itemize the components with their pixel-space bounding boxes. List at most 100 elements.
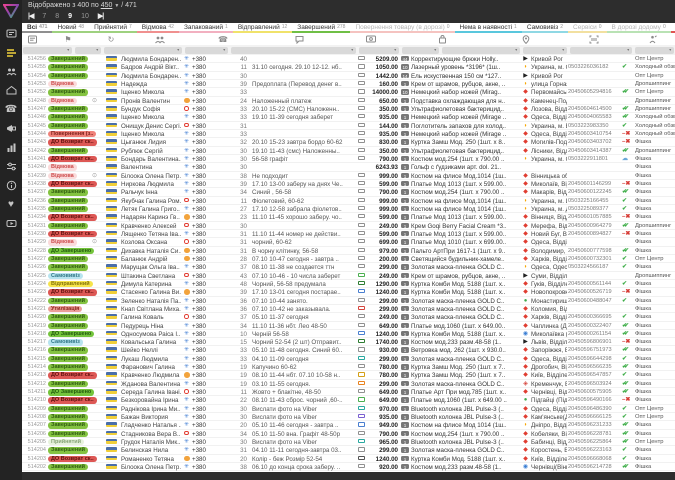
client-phone[interactable]: +380 (192, 98, 226, 105)
table-row[interactable]: 514239Відмова⊙Білоока Олена Петр..✳+3803… (22, 172, 675, 180)
table-row[interactable]: 514241ДО Возврат ск..Бондарь Валентина..… (22, 155, 675, 163)
marketing-icon[interactable] (0, 119, 22, 138)
city-filter[interactable] (523, 47, 567, 54)
client-phone[interactable]: +380 (192, 73, 226, 80)
table-row[interactable]: 514253ВідмоваНадежда✳+38039Предоплата (П… (22, 80, 675, 88)
client-phone[interactable]: +380 (192, 464, 226, 471)
info-icon[interactable] (0, 176, 22, 195)
table-row[interactable]: 514207ЗавершенийГладченко Наталья ..✳+38… (22, 421, 675, 429)
tab-5[interactable]: Відправлений12 (233, 23, 292, 33)
client-phone[interactable]: +380 (192, 131, 226, 138)
table-row[interactable]: 514228ДО ЗавершеноДихавка Наталія Си..+3… (22, 247, 675, 255)
page-button[interactable]: 8 (55, 13, 59, 20)
table-row[interactable]: 514208ЗавершенийБажан Виктория✳+38030Вис… (22, 413, 675, 421)
tab-10[interactable]: Сервіси0 (568, 23, 606, 33)
flag-column-icon[interactable]: ⚑ (63, 34, 73, 44)
tab-2[interactable]: Прийнятий7 (89, 23, 137, 33)
table-row[interactable]: 514215ЗавершенийЛукаш Людмила✳+3803304.1… (22, 355, 675, 363)
phone-filter[interactable] (185, 47, 228, 54)
client-phone[interactable]: +380 (192, 397, 226, 404)
client-phone[interactable]: +380 (192, 431, 226, 438)
statistics-icon[interactable] (0, 138, 22, 157)
client-phone[interactable]: +380 (192, 148, 226, 155)
table-row[interactable]: 514205ПрийнятийГрудок Наталія Мик..✳+380… (22, 438, 675, 446)
table-row[interactable]: 514256ЗавершенийЛюдмила Бондарен..✳+3804… (22, 55, 675, 63)
comment-filter[interactable] (231, 47, 356, 54)
client-phone[interactable]: +380 (192, 456, 226, 463)
table-row[interactable]: 514214ЗавершенийФаранович Галина✳+38019К… (22, 363, 675, 371)
tab-4[interactable]: Запакований1 (179, 23, 233, 33)
table-row[interactable]: 514246ЗавершенийІщенко Микола✳+3803319.1… (22, 113, 675, 121)
table-row[interactable]: 514209ЗавершенийРаднікова Ірина Ми..✳+38… (22, 405, 675, 413)
chevron-down-icon[interactable]: ▼ (114, 3, 119, 9)
client-phone[interactable]: +380 (192, 223, 226, 230)
client-phone[interactable]: +380 (192, 206, 226, 213)
client-phone[interactable]: +380 (192, 439, 226, 446)
client-phone[interactable]: +380 (192, 89, 226, 96)
client-phone[interactable]: +380 (192, 56, 226, 63)
table-row[interactable]: 514235ЗавершенийЛетяк Галина Григо..✳+38… (22, 205, 675, 213)
client-phone[interactable]: +380 (192, 447, 226, 454)
client-phone[interactable]: +380 (192, 81, 226, 88)
table-row[interactable]: 514218ДО ЗавершеноОдносумова Раіса І..✳+… (22, 330, 675, 338)
table-row[interactable]: 514247ЗавершенийБундук Софія+3803320.10 … (22, 105, 675, 113)
first-page-button[interactable]: |◀ (28, 12, 33, 20)
settings-icon[interactable] (0, 157, 22, 176)
client-phone[interactable]: +380 (192, 114, 226, 121)
table-row[interactable]: 514237ЗавершенийРальчук Інна✳+38034Синий… (22, 188, 675, 196)
table-row[interactable]: 514244Повернення (з..Іщенко Микола✳+3803… (22, 130, 675, 138)
tab-3[interactable]: Відмова42 (137, 23, 179, 33)
table-row[interactable]: 514219ЗавершенийПедурець Ніна✳+3803411.1… (22, 322, 675, 330)
table-row[interactable]: 514242ЗавершенийРублюк Сергій✳+3803019.1… (22, 147, 675, 155)
table-row[interactable]: 514226ЗавершенийМарущак Ольга Іва..✳+380… (22, 263, 675, 271)
table-row[interactable]: 514229Відмова⊙Козлова Оксана+38031чорний… (22, 238, 675, 246)
client-phone[interactable]: +380 (192, 198, 226, 205)
table-row[interactable]: 514240ВідмоваВалентина✳+380306243.931Гол… (22, 163, 675, 171)
partners-icon[interactable]: ♥ (0, 195, 22, 214)
comment-column-icon[interactable] (294, 34, 304, 44)
name-filter[interactable] (104, 47, 182, 54)
client-phone[interactable]: +380 (192, 406, 226, 413)
client-phone[interactable]: +380 (192, 256, 226, 263)
client-phone[interactable]: +380 (192, 239, 226, 246)
table-row[interactable]: 514224ВідправленийДимула Катерина✳+38048… (22, 280, 675, 288)
table-row[interactable]: 514213ДО Возврат ск..Кравченко Людмила+3… (22, 371, 675, 379)
client-phone[interactable]: +380 (192, 389, 226, 396)
table-row[interactable]: 514216ЗавершенийШейко Неллі✳+3803305.10 … (22, 346, 675, 354)
table-row[interactable]: 514234ДО Возврат ск..Надарян Каринэ Гв..… (22, 213, 675, 221)
ttn-barcode-icon[interactable] (589, 34, 599, 44)
table-row[interactable]: 514206ЗавершенийСтадникова Вера В..+3803… (22, 430, 675, 438)
client-phone[interactable]: +380 (192, 173, 226, 180)
client-phone[interactable]: +380 (192, 339, 226, 346)
client-phone[interactable]: +380 (192, 189, 226, 196)
client-phone[interactable]: +380 (192, 181, 226, 188)
table-row[interactable]: 514211ДО ЗавершеноСереда Галина Івані..+… (22, 388, 675, 396)
client-phone[interactable]: +380 (192, 106, 226, 113)
status-filter[interactable] (23, 47, 72, 54)
team-icon[interactable] (0, 62, 22, 81)
orders-icon[interactable] (0, 24, 22, 43)
last-page-button[interactable]: ▶| (98, 12, 103, 20)
table-row[interactable]: 514230ДО Возврат ск..Лященко Тетяна Іва.… (22, 230, 675, 238)
table-row[interactable]: 514217СамовивізКовальська Галина✳+38015Ч… (22, 338, 675, 346)
order-form-icon[interactable] (27, 34, 37, 44)
client-phone[interactable]: +380 (192, 123, 226, 130)
campaign-column-icon[interactable] (647, 34, 657, 44)
campaign-filter[interactable] (635, 47, 674, 54)
tab-7[interactable]: Повернення товару (в дорозі)0 (350, 23, 454, 33)
table-row[interactable]: 514231ЗавершенийКравченко Алексей+380302… (22, 222, 675, 230)
table-row[interactable]: 514248Відмова⊙Пронів Валентин+38024Налож… (22, 97, 675, 105)
table-row[interactable]: 514225СамовивізШтакина Светлана+3804307.… (22, 272, 675, 280)
app-logo-icon[interactable] (0, 0, 22, 22)
table-row[interactable]: 514254ЗавершенийЛюдмила Бондарен..✳+3803… (22, 72, 675, 80)
tab-6[interactable]: Завершений278 (292, 23, 350, 33)
leads-list-icon[interactable] (0, 43, 22, 62)
money-column-icon[interactable] (366, 34, 376, 44)
tab-8[interactable]: Нема в наявності1 (455, 23, 522, 33)
client-phone[interactable]: +380 (192, 156, 226, 163)
client-phone[interactable]: +380 (192, 323, 226, 330)
client-phone[interactable]: +380 (192, 64, 226, 71)
page-button[interactable]: 7 (42, 13, 46, 20)
price-filter[interactable] (359, 47, 399, 54)
page-button[interactable]: 9 (68, 13, 72, 20)
